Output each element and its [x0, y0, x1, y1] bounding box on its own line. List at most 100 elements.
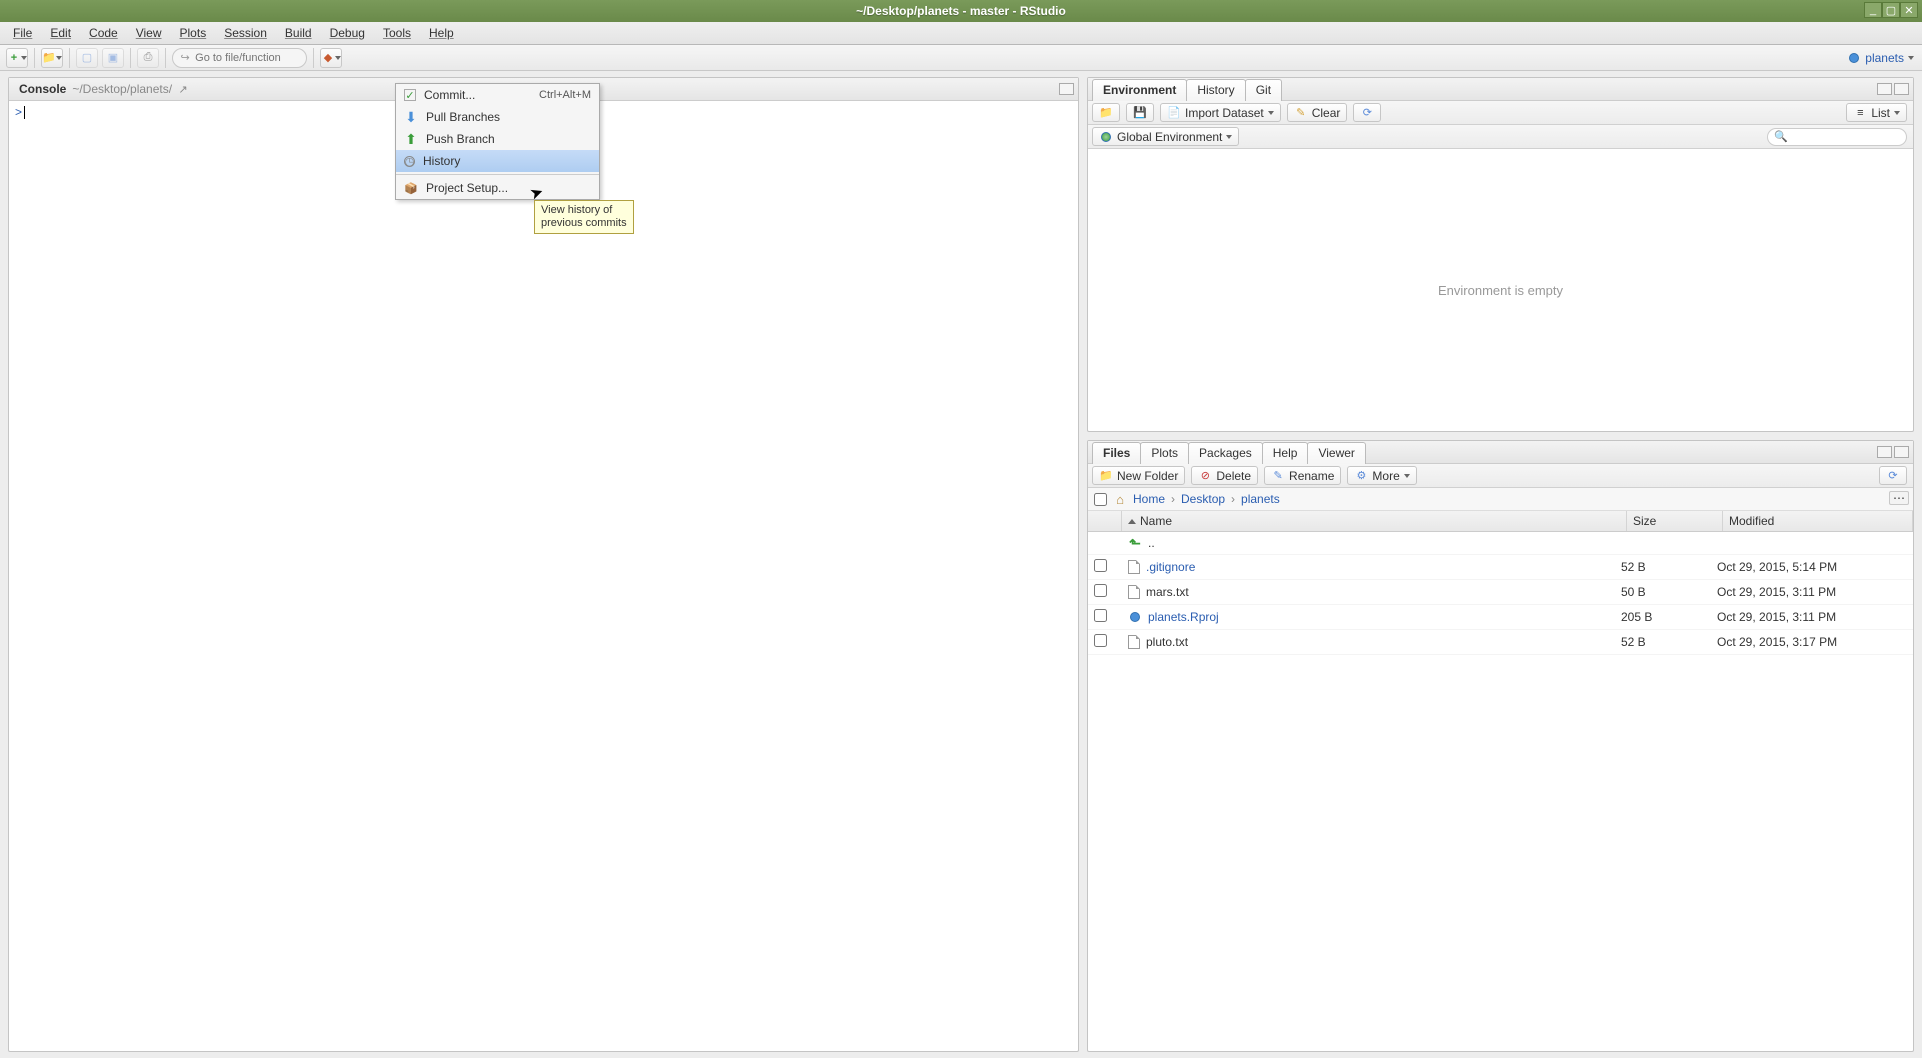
file-name[interactable]: .gitignore — [1146, 560, 1195, 574]
git-dropdown-menu: ✓Commit...Ctrl+Alt+M⬇Pull Branches⬆Push … — [395, 83, 600, 200]
console-path: ~/Desktop/planets/ — [72, 82, 172, 96]
file-row[interactable]: ⬑.. — [1088, 532, 1913, 555]
env-scope-bar: Global Environment 🔍 — [1088, 125, 1913, 149]
menu-help[interactable]: Help — [420, 23, 463, 43]
menu-tools[interactable]: Tools — [374, 23, 420, 43]
list-view-button[interactable]: ≡List — [1846, 103, 1907, 122]
clear-env-button[interactable]: ✎Clear — [1287, 103, 1348, 122]
git-menu-item[interactable]: ⬇Pull Branches — [396, 106, 599, 128]
new-folder-button[interactable]: 📁New Folder — [1092, 466, 1185, 485]
home-icon[interactable]: ⌂ — [1113, 492, 1127, 506]
folder-icon: 📁 — [1099, 106, 1113, 120]
minimize-pane-button[interactable] — [1059, 83, 1074, 95]
folder-up-icon: ⬑ — [1128, 536, 1142, 550]
save-button[interactable]: ▢ — [76, 48, 98, 68]
tab-packages[interactable]: Packages — [1188, 442, 1263, 464]
breadcrumb-overflow[interactable]: ⋯ — [1889, 491, 1909, 505]
files-minimize-button[interactable] — [1877, 446, 1892, 458]
git-menu-item[interactable]: ⬆Push Branch — [396, 128, 599, 150]
col-name[interactable]: Name — [1122, 511, 1627, 531]
file-checkbox[interactable] — [1094, 609, 1107, 622]
push-icon: ⬆ — [404, 132, 418, 146]
more-button[interactable]: ⚙More — [1347, 466, 1416, 485]
file-row[interactable]: planets.Rproj205 BOct 29, 2015, 3:11 PM — [1088, 605, 1913, 630]
file-icon — [1128, 585, 1140, 599]
file-name[interactable]: planets.Rproj — [1148, 610, 1219, 624]
file-modified: Oct 29, 2015, 3:11 PM — [1717, 610, 1907, 624]
popout-icon[interactable]: ↗ — [176, 82, 190, 96]
file-row[interactable]: mars.txt50 BOct 29, 2015, 3:11 PM — [1088, 580, 1913, 605]
box-icon: 📦 — [404, 181, 418, 195]
files-maximize-button[interactable] — [1894, 446, 1909, 458]
broom-icon: ✎ — [1294, 106, 1308, 120]
menu-view[interactable]: View — [127, 23, 171, 43]
menu-plots[interactable]: Plots — [171, 23, 216, 43]
import-icon: 📄 — [1167, 106, 1181, 120]
print-button[interactable]: ⎙ — [137, 48, 159, 68]
menu-file[interactable]: File — [4, 23, 41, 43]
tab-viewer[interactable]: Viewer — [1307, 442, 1365, 464]
delete-button[interactable]: ⊘Delete — [1191, 466, 1258, 485]
project-selector[interactable]: planets — [1847, 51, 1914, 65]
file-name[interactable]: pluto.txt — [1146, 635, 1188, 649]
rename-button[interactable]: ✎Rename — [1264, 466, 1341, 485]
menu-code[interactable]: Code — [80, 23, 127, 43]
globe-icon — [1099, 130, 1113, 144]
col-modified[interactable]: Modified — [1723, 511, 1913, 531]
file-checkbox[interactable] — [1094, 559, 1107, 572]
file-name[interactable]: mars.txt — [1146, 585, 1189, 599]
save-env-button[interactable]: 💾 — [1126, 103, 1154, 122]
git-menu-item[interactable]: 📦 Project Setup... — [396, 177, 599, 199]
crumb-desktop[interactable]: Desktop — [1181, 492, 1225, 506]
git-menu-item[interactable]: ✓Commit...Ctrl+Alt+M — [396, 84, 599, 106]
refresh-files-button[interactable]: ⟳ — [1879, 466, 1907, 485]
file-checkbox[interactable] — [1094, 584, 1107, 597]
maximize-button[interactable]: ▢ — [1882, 2, 1900, 18]
tab-git[interactable]: Git — [1245, 79, 1282, 101]
list-icon: ≡ — [1853, 106, 1867, 120]
env-empty-message: Environment is empty — [1088, 149, 1913, 431]
rproj-icon — [1128, 610, 1142, 624]
import-dataset-button[interactable]: 📄Import Dataset — [1160, 103, 1281, 122]
folder-plus-icon: 📁 — [1099, 469, 1113, 483]
tab-environment[interactable]: Environment — [1092, 79, 1187, 101]
goto-file-text[interactable] — [195, 52, 300, 64]
tab-history[interactable]: History — [1186, 79, 1245, 101]
select-all-checkbox[interactable] — [1094, 493, 1107, 506]
env-search[interactable]: 🔍 — [1767, 128, 1907, 146]
open-file-button[interactable]: 📁 — [41, 48, 63, 68]
goto-file-input[interactable]: ↪ — [172, 48, 307, 68]
menu-build[interactable]: Build — [276, 23, 321, 43]
git-menu-item[interactable]: ◷History — [396, 150, 599, 172]
save-all-button[interactable]: ▣ — [102, 48, 124, 68]
new-file-button[interactable]: + — [6, 48, 28, 68]
goto-icon: ↪ — [179, 51, 191, 65]
close-button[interactable]: ✕ — [1900, 2, 1918, 18]
minimize-button[interactable]: _ — [1864, 2, 1882, 18]
col-size[interactable]: Size — [1627, 511, 1723, 531]
file-checkbox[interactable] — [1094, 634, 1107, 647]
menu-edit[interactable]: Edit — [41, 23, 80, 43]
console-prompt: > — [15, 105, 22, 119]
tab-plots[interactable]: Plots — [1140, 442, 1189, 464]
disk-icon: ▢ — [80, 51, 94, 65]
window-controls: _ ▢ ✕ — [1864, 2, 1918, 18]
env-minimize-button[interactable] — [1877, 83, 1892, 95]
env-maximize-button[interactable] — [1894, 83, 1909, 95]
file-list: ⬑...gitignore52 BOct 29, 2015, 5:14 PMma… — [1088, 532, 1913, 655]
menu-session[interactable]: Session — [215, 23, 276, 43]
disk-icon: 💾 — [1133, 106, 1147, 120]
window-titlebar: ~/Desktop/planets - master - RStudio _ ▢… — [0, 0, 1922, 22]
refresh-env-button[interactable]: ⟳ — [1353, 103, 1381, 122]
git-menu-label: Project Setup... — [426, 181, 508, 195]
crumb-planets[interactable]: planets — [1241, 492, 1280, 506]
crumb-home[interactable]: Home — [1133, 492, 1165, 506]
file-row[interactable]: pluto.txt52 BOct 29, 2015, 3:17 PM — [1088, 630, 1913, 655]
menu-debug[interactable]: Debug — [321, 23, 374, 43]
tab-files[interactable]: Files — [1092, 442, 1141, 464]
tab-help[interactable]: Help — [1262, 442, 1309, 464]
open-env-button[interactable]: 📁 — [1092, 103, 1120, 122]
global-env-selector[interactable]: Global Environment — [1092, 127, 1239, 146]
file-row[interactable]: .gitignore52 BOct 29, 2015, 5:14 PM — [1088, 555, 1913, 580]
git-dropdown-button[interactable]: ◆ — [320, 48, 342, 68]
